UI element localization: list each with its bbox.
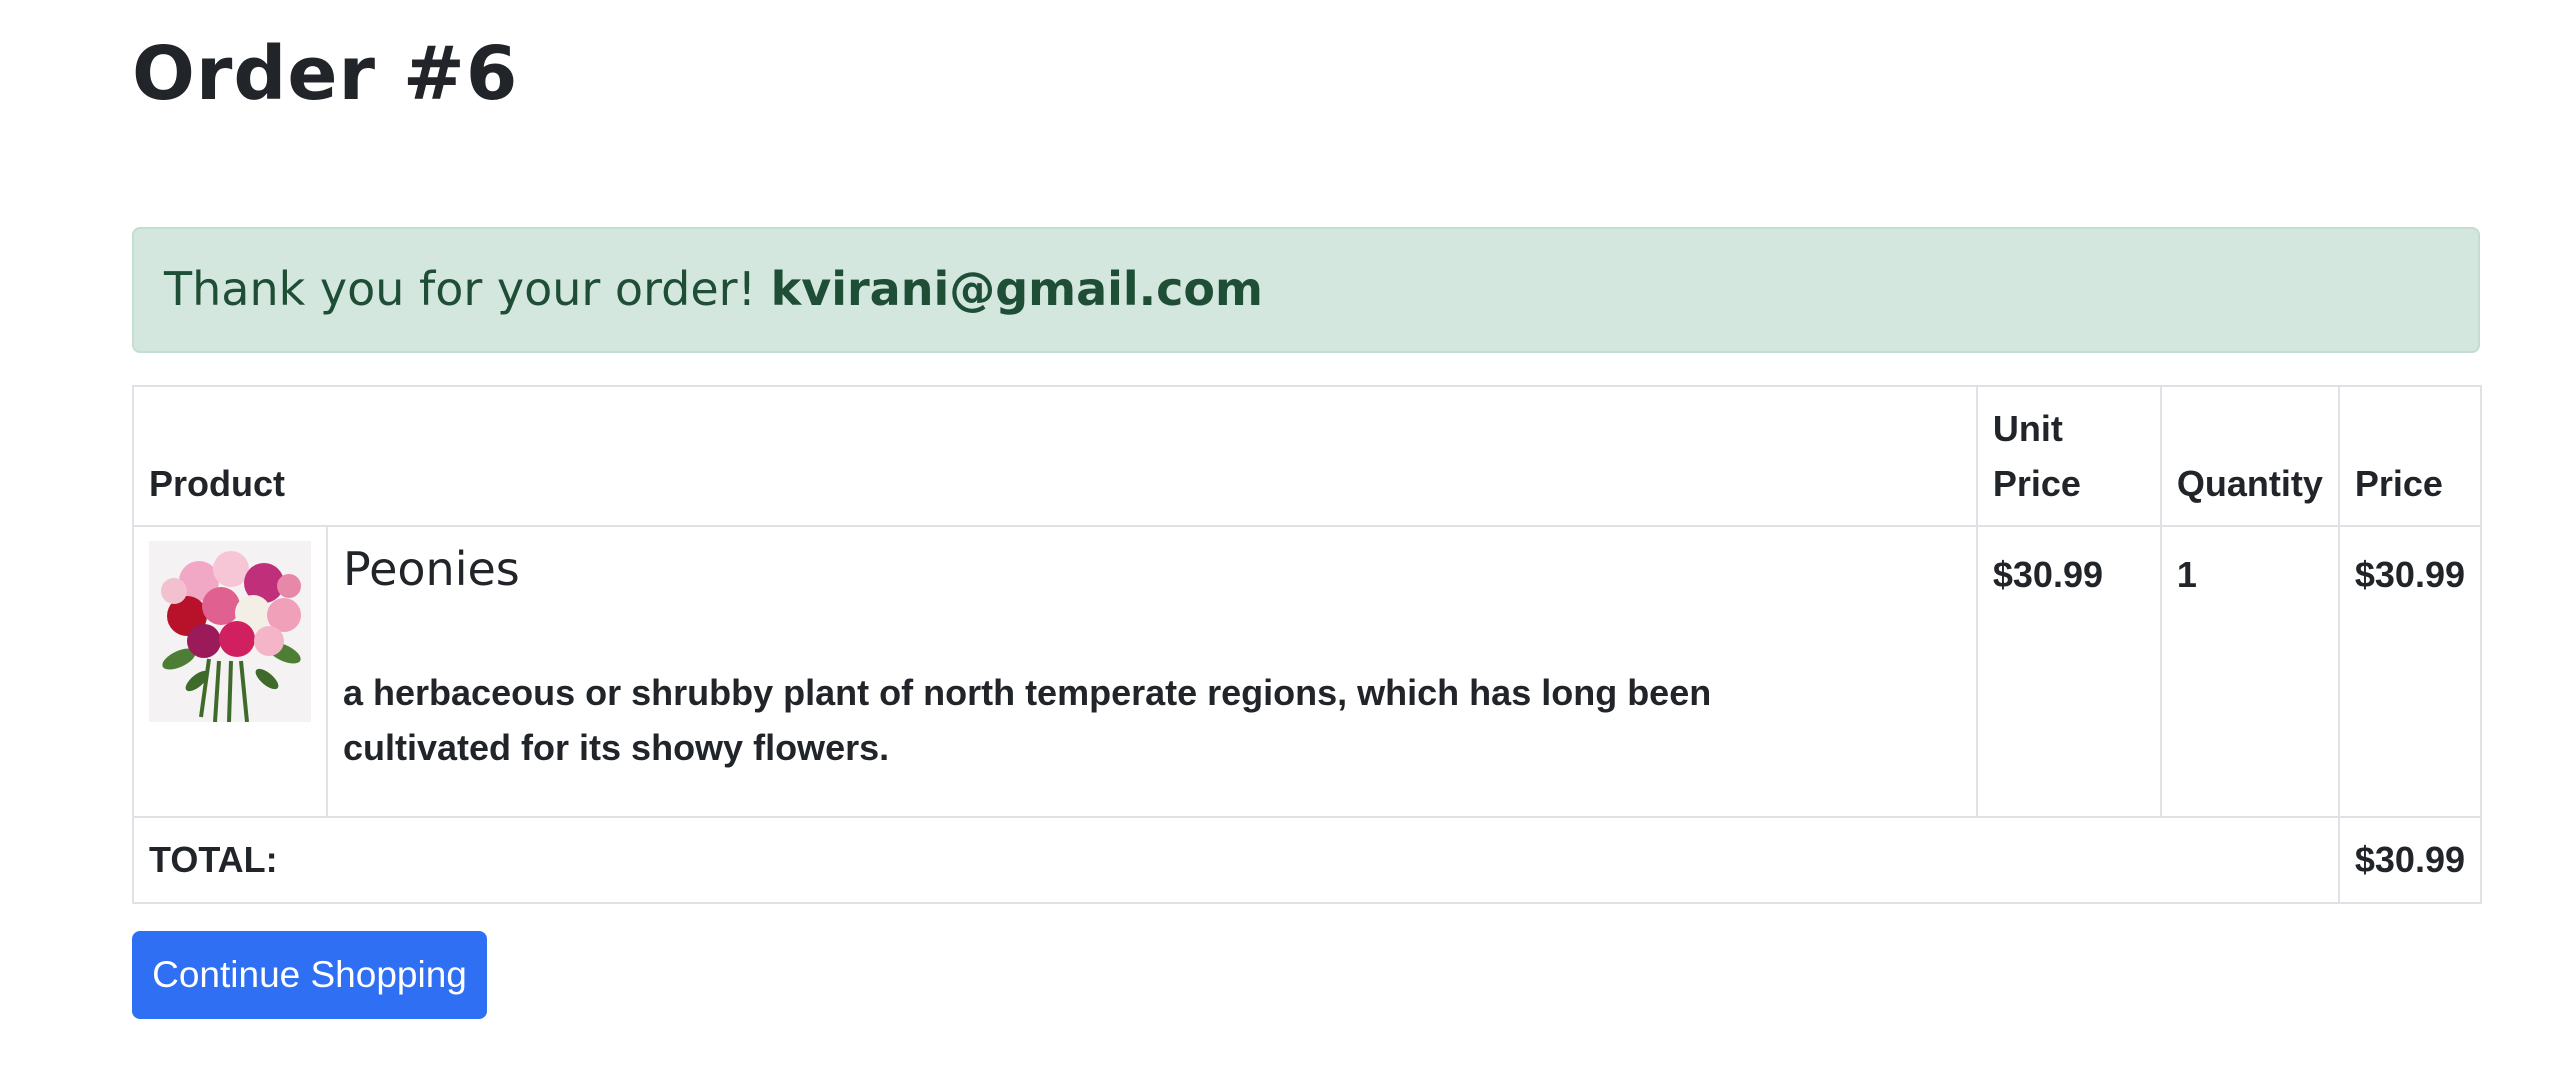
peony-bouquet-image — [149, 541, 311, 722]
unit-price-value: $30.99 — [1975, 525, 2162, 818]
success-alert: Thank you for your order! kvirani@gmail.… — [132, 227, 2480, 353]
order-table: Product Unit Price Quantity Price Peonie… — [132, 385, 2483, 904]
price-value: $30.99 — [2337, 525, 2483, 818]
product-image-cell — [132, 525, 328, 818]
alert-email: kvirani@gmail.com — [770, 262, 1263, 316]
header-price: Price — [2337, 385, 2483, 527]
total-value: $30.99 — [2337, 816, 2483, 904]
alert-message: Thank you for your order! — [164, 262, 757, 316]
total-label: TOTAL: — [132, 816, 2340, 904]
product-description: a herbaceous or shrubby plant of north t… — [343, 672, 1712, 768]
page-title: Order #6 — [132, 31, 519, 117]
total-row: TOTAL: $30.99 — [132, 816, 2483, 904]
order-page: Order #6 Thank you for your order! kvira… — [0, 0, 2554, 1084]
header-product: Product — [132, 385, 1978, 527]
table-row: Peonies a herbaceous or shrubby plant of… — [132, 525, 2483, 818]
header-unit-price: Unit Price — [1975, 385, 2162, 527]
product-details-cell: Peonies a herbaceous or shrubby plant of… — [326, 525, 1978, 818]
table-header-row: Product Unit Price Quantity Price — [132, 385, 2483, 527]
header-quantity: Quantity — [2159, 385, 2340, 527]
quantity-value: 1 — [2159, 525, 2340, 818]
continue-shopping-button[interactable]: Continue Shopping — [132, 931, 487, 1019]
product-name: Peonies — [343, 542, 520, 596]
